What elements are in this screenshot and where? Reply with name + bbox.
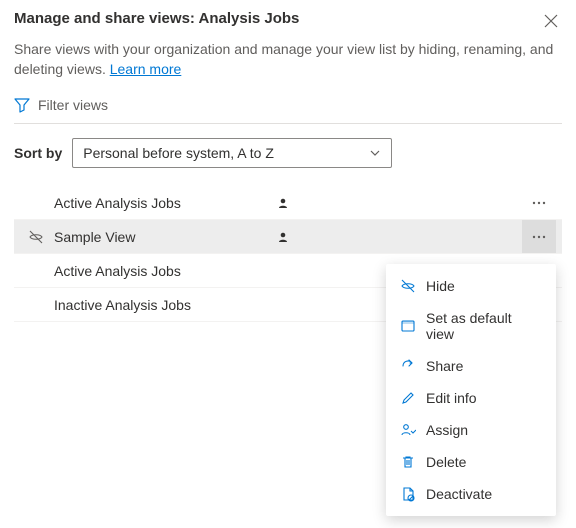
- menu-item-set-as-default-view[interactable]: Set as default view: [386, 302, 556, 350]
- menu-item-label: Delete: [426, 454, 466, 470]
- delete-icon: [400, 454, 416, 470]
- hidden-indicator: [28, 229, 54, 245]
- personal-view-icon: [277, 197, 299, 209]
- view-row[interactable]: Sample View: [14, 220, 562, 254]
- menu-item-edit-info[interactable]: Edit info: [386, 382, 556, 414]
- filter-views-button[interactable]: Filter views: [14, 91, 562, 124]
- menu-item-label: Hide: [426, 278, 455, 294]
- more-actions-button[interactable]: [522, 186, 556, 219]
- menu-item-hide[interactable]: Hide: [386, 270, 556, 302]
- menu-item-label: Set as default view: [426, 310, 542, 342]
- more-actions-button[interactable]: [522, 220, 556, 253]
- close-icon: [544, 14, 558, 28]
- close-button[interactable]: [540, 10, 562, 32]
- share-icon: [400, 358, 416, 374]
- sort-by-label: Sort by: [14, 145, 62, 161]
- menu-item-label: Edit info: [426, 390, 477, 406]
- filter-label: Filter views: [38, 97, 108, 113]
- menu-item-label: Share: [426, 358, 463, 374]
- sort-selected-value: Personal before system, A to Z: [83, 145, 274, 161]
- menu-item-assign[interactable]: Assign: [386, 414, 556, 446]
- hide-icon: [400, 278, 416, 294]
- default-icon: [400, 318, 416, 334]
- dialog-description: Share views with your organization and m…: [14, 40, 562, 79]
- menu-item-label: Deactivate: [426, 486, 492, 502]
- dialog-title: Manage and share views: Analysis Jobs: [14, 10, 299, 27]
- filter-icon: [14, 97, 30, 113]
- view-name: Active Analysis Jobs: [54, 195, 277, 211]
- menu-item-share[interactable]: Share: [386, 350, 556, 382]
- view-name: Inactive Analysis Jobs: [54, 297, 277, 313]
- menu-item-deactivate[interactable]: Deactivate: [386, 478, 556, 510]
- view-row[interactable]: Active Analysis Jobs: [14, 186, 562, 220]
- menu-item-delete[interactable]: Delete: [386, 446, 556, 478]
- personal-view-icon: [277, 231, 299, 243]
- view-name: Sample View: [54, 229, 277, 245]
- menu-item-label: Assign: [426, 422, 468, 438]
- sort-dropdown[interactable]: Personal before system, A to Z: [72, 138, 392, 168]
- learn-more-link[interactable]: Learn more: [110, 61, 182, 77]
- description-text: Share views with your organization and m…: [14, 41, 553, 77]
- view-name: Active Analysis Jobs: [54, 263, 277, 279]
- edit-icon: [400, 390, 416, 406]
- chevron-down-icon: [369, 147, 381, 159]
- assign-icon: [400, 422, 416, 438]
- deactivate-icon: [400, 486, 416, 502]
- context-menu: Hide Set as default view Share Edit info Ass…: [386, 264, 556, 516]
